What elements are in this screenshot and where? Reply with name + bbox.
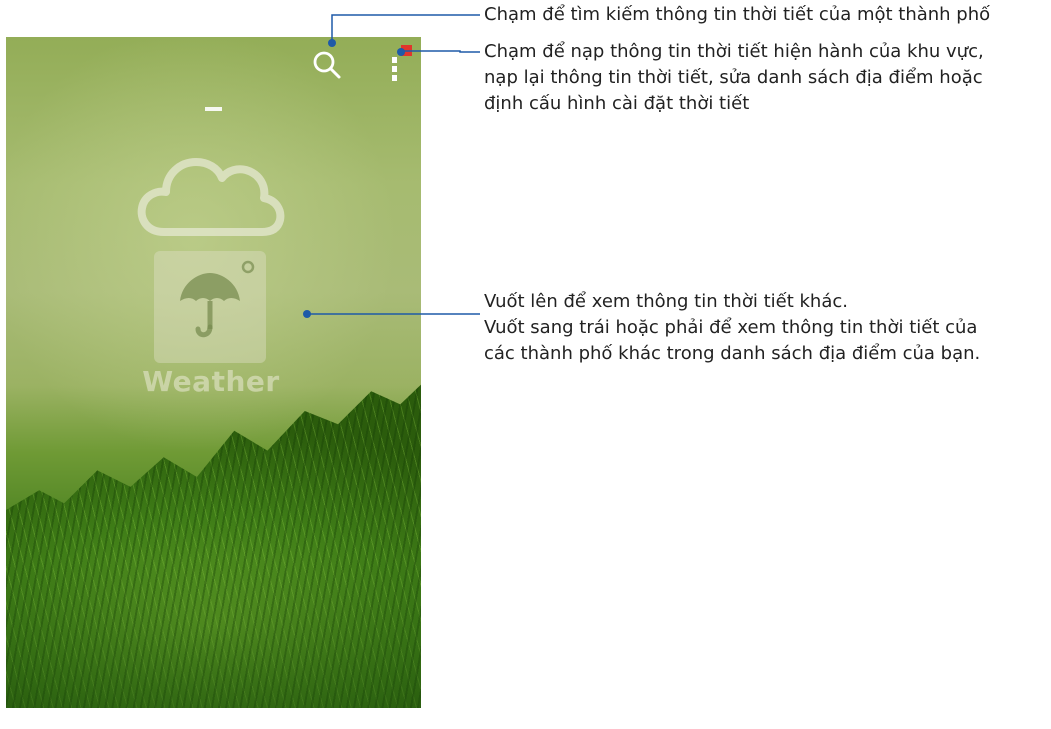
weather-app-screen[interactable]: Weather bbox=[6, 37, 421, 708]
menu-callout-line-2: nạp lại thông tin thời tiết, sửa danh sá… bbox=[484, 67, 983, 88]
menu-callout-line-3: định cấu hình cài đặt thời tiết bbox=[484, 93, 750, 114]
weather-app-icon bbox=[154, 251, 266, 363]
search-callout-text: Chạm để tìm kiếm thông tin thời tiết của… bbox=[484, 4, 991, 25]
overflow-menu-button[interactable] bbox=[386, 43, 416, 83]
menu-callout-line-1: Chạm để nạp thông tin thời tiết hiện hàn… bbox=[484, 41, 984, 62]
swipe-callout-line-3: các thành phố khác trong danh sách địa đ… bbox=[484, 343, 981, 364]
app-name-label: Weather bbox=[142, 365, 280, 398]
cloud-icon bbox=[137, 158, 285, 236]
more-vertical-icon-dot bbox=[392, 66, 397, 72]
umbrella-icon bbox=[180, 260, 255, 338]
page-indicator bbox=[205, 107, 222, 111]
swipe-callout-line-2: Vuốt sang trái hoặc phải để xem thông ti… bbox=[484, 317, 978, 338]
swipe-callout-line-1: Vuốt lên để xem thông tin thời tiết khác… bbox=[484, 291, 848, 312]
more-vertical-icon-dot bbox=[392, 75, 397, 81]
more-vertical-icon bbox=[392, 57, 397, 63]
search-icon bbox=[313, 51, 341, 79]
search-button[interactable] bbox=[309, 47, 345, 83]
notification-badge bbox=[401, 45, 412, 56]
grass-shade bbox=[6, 558, 421, 708]
